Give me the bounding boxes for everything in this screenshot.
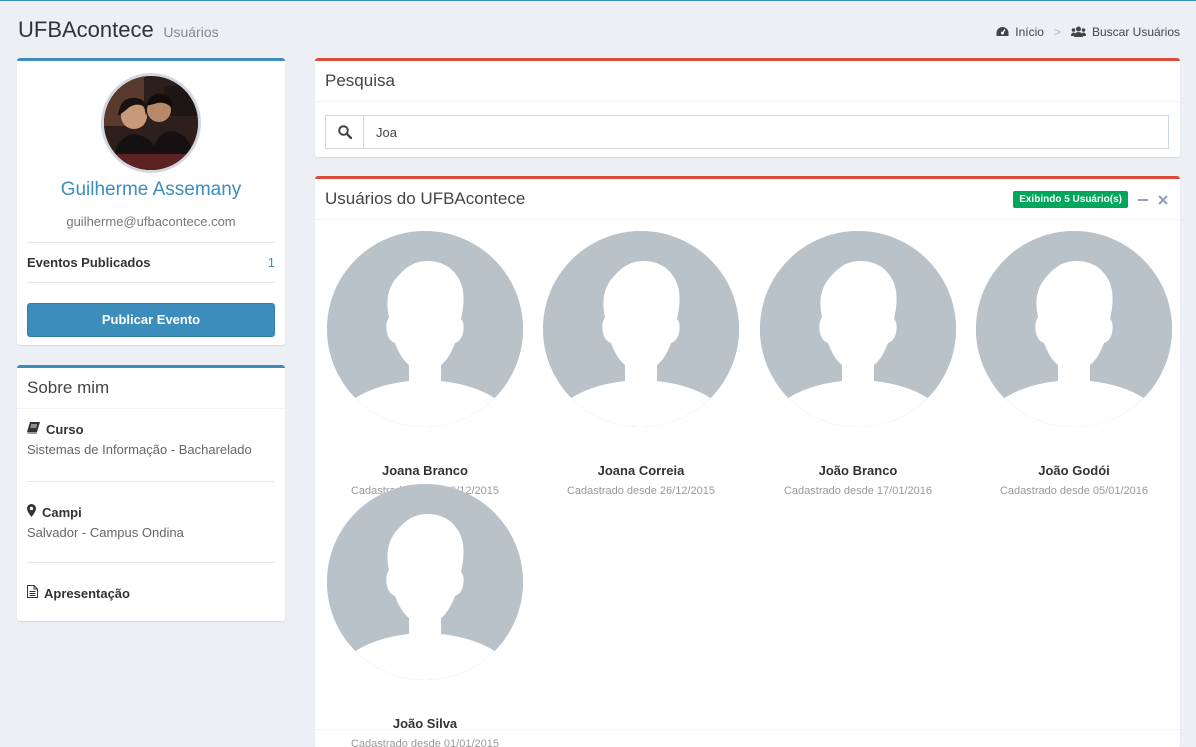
- user-default-avatar[interactable]: [543, 231, 739, 427]
- about-campus-value: Salvador - Campus Ondina: [27, 525, 184, 540]
- user-card[interactable]: João Godói Cadastrado desde 05/01/2016: [966, 231, 1182, 497]
- user-default-avatar[interactable]: [760, 231, 956, 427]
- page-header: UFBAcontece Usuários Início > Buscar Usu…: [18, 17, 1180, 47]
- results-count-badge: Exibindo 5 Usuário(s): [1013, 191, 1128, 208]
- about-item-presentation: Apresentação: [27, 585, 275, 601]
- search-box: Pesquisa: [315, 58, 1180, 157]
- page-subtitle: Usuários: [163, 24, 219, 40]
- user-registered-date: Cadastrado desde 17/01/2016: [783, 485, 932, 497]
- user-card[interactable]: Joana Branco Cadastrado desde 30/12/2015: [317, 231, 533, 497]
- user-card[interactable]: João Silva Cadastrado desde 01/01/2015: [317, 484, 533, 747]
- about-presentation-label: Apresentação: [44, 585, 130, 601]
- events-published-label: Eventos Publicados: [27, 255, 151, 270]
- divider: [315, 729, 1180, 730]
- about-campus-label: Campi: [42, 504, 82, 520]
- breadcrumb-users-link[interactable]: Buscar Usuários: [1070, 25, 1180, 39]
- users-box: Usuários do UFBAcontece Exibindo 5 Usuár…: [315, 176, 1180, 747]
- book-icon: [27, 422, 40, 437]
- user-name[interactable]: João Godói: [966, 463, 1182, 478]
- about-item-campus: Campi Salvador - Campus Ondina: [27, 504, 275, 540]
- profile-email: guilherme@ufbacontece.com: [66, 214, 236, 229]
- close-icon[interactable]: [1158, 193, 1168, 207]
- breadcrumb-home-label: Início: [1015, 25, 1044, 39]
- user-default-avatar[interactable]: [976, 231, 1172, 427]
- breadcrumb-home-link[interactable]: Início: [996, 25, 1044, 39]
- user-default-avatar[interactable]: [327, 484, 523, 680]
- avatar: [101, 73, 201, 173]
- user-registered-date: Cadastrado desde 26/12/2015: [566, 485, 715, 497]
- collapse-icon[interactable]: [1138, 193, 1148, 207]
- user-registered-date: Cadastrado desde 01/01/2015: [350, 738, 499, 747]
- breadcrumb-separator: >: [1053, 25, 1061, 39]
- user-name[interactable]: Joana Correia: [533, 463, 749, 478]
- search-box-title: Pesquisa: [315, 61, 1180, 102]
- user-card[interactable]: João Branco Cadastrado desde 17/01/2016: [750, 231, 966, 497]
- events-published-row: Eventos Publicados 1: [27, 242, 275, 283]
- user-default-avatar[interactable]: [327, 231, 523, 427]
- page-title: UFBAcontece: [18, 17, 154, 42]
- about-box-title: Sobre mim: [17, 368, 285, 409]
- profile-name[interactable]: Guilherme Assemany: [17, 179, 285, 201]
- box-tools: Exibindo 5 Usuário(s): [1013, 191, 1168, 208]
- user-card[interactable]: Joana Correia Cadastrado desde 26/12/201…: [533, 231, 749, 497]
- map-marker-icon: [27, 504, 36, 520]
- user-registered-date: Cadastrado desde 05/01/2016: [999, 485, 1148, 497]
- about-course-label: Curso: [46, 422, 84, 437]
- about-box: Sobre mim Curso Sistemas de Informação -…: [17, 365, 285, 621]
- search-icon[interactable]: [326, 116, 364, 148]
- about-course-value: Sistemas de Informação - Bacharelado: [27, 442, 252, 457]
- divider: [27, 481, 275, 482]
- events-published-count[interactable]: 1: [268, 255, 275, 270]
- publish-event-button[interactable]: Publicar Evento: [27, 303, 275, 337]
- users-icon: [1070, 26, 1086, 38]
- search-input[interactable]: [364, 116, 1168, 148]
- divider: [27, 562, 275, 563]
- dashboard-icon: [996, 26, 1009, 38]
- breadcrumb-users-label: Buscar Usuários: [1091, 25, 1180, 39]
- about-item-course: Curso Sistemas de Informação - Bacharela…: [27, 422, 275, 457]
- profile-box: Guilherme Assemany guilherme@ufbacontece…: [17, 58, 285, 345]
- user-name[interactable]: Joana Branco: [317, 463, 533, 478]
- user-name[interactable]: João Branco: [750, 463, 966, 478]
- file-text-icon: [27, 585, 38, 601]
- breadcrumb: Início > Buscar Usuários: [996, 25, 1180, 39]
- search-group: [325, 115, 1169, 149]
